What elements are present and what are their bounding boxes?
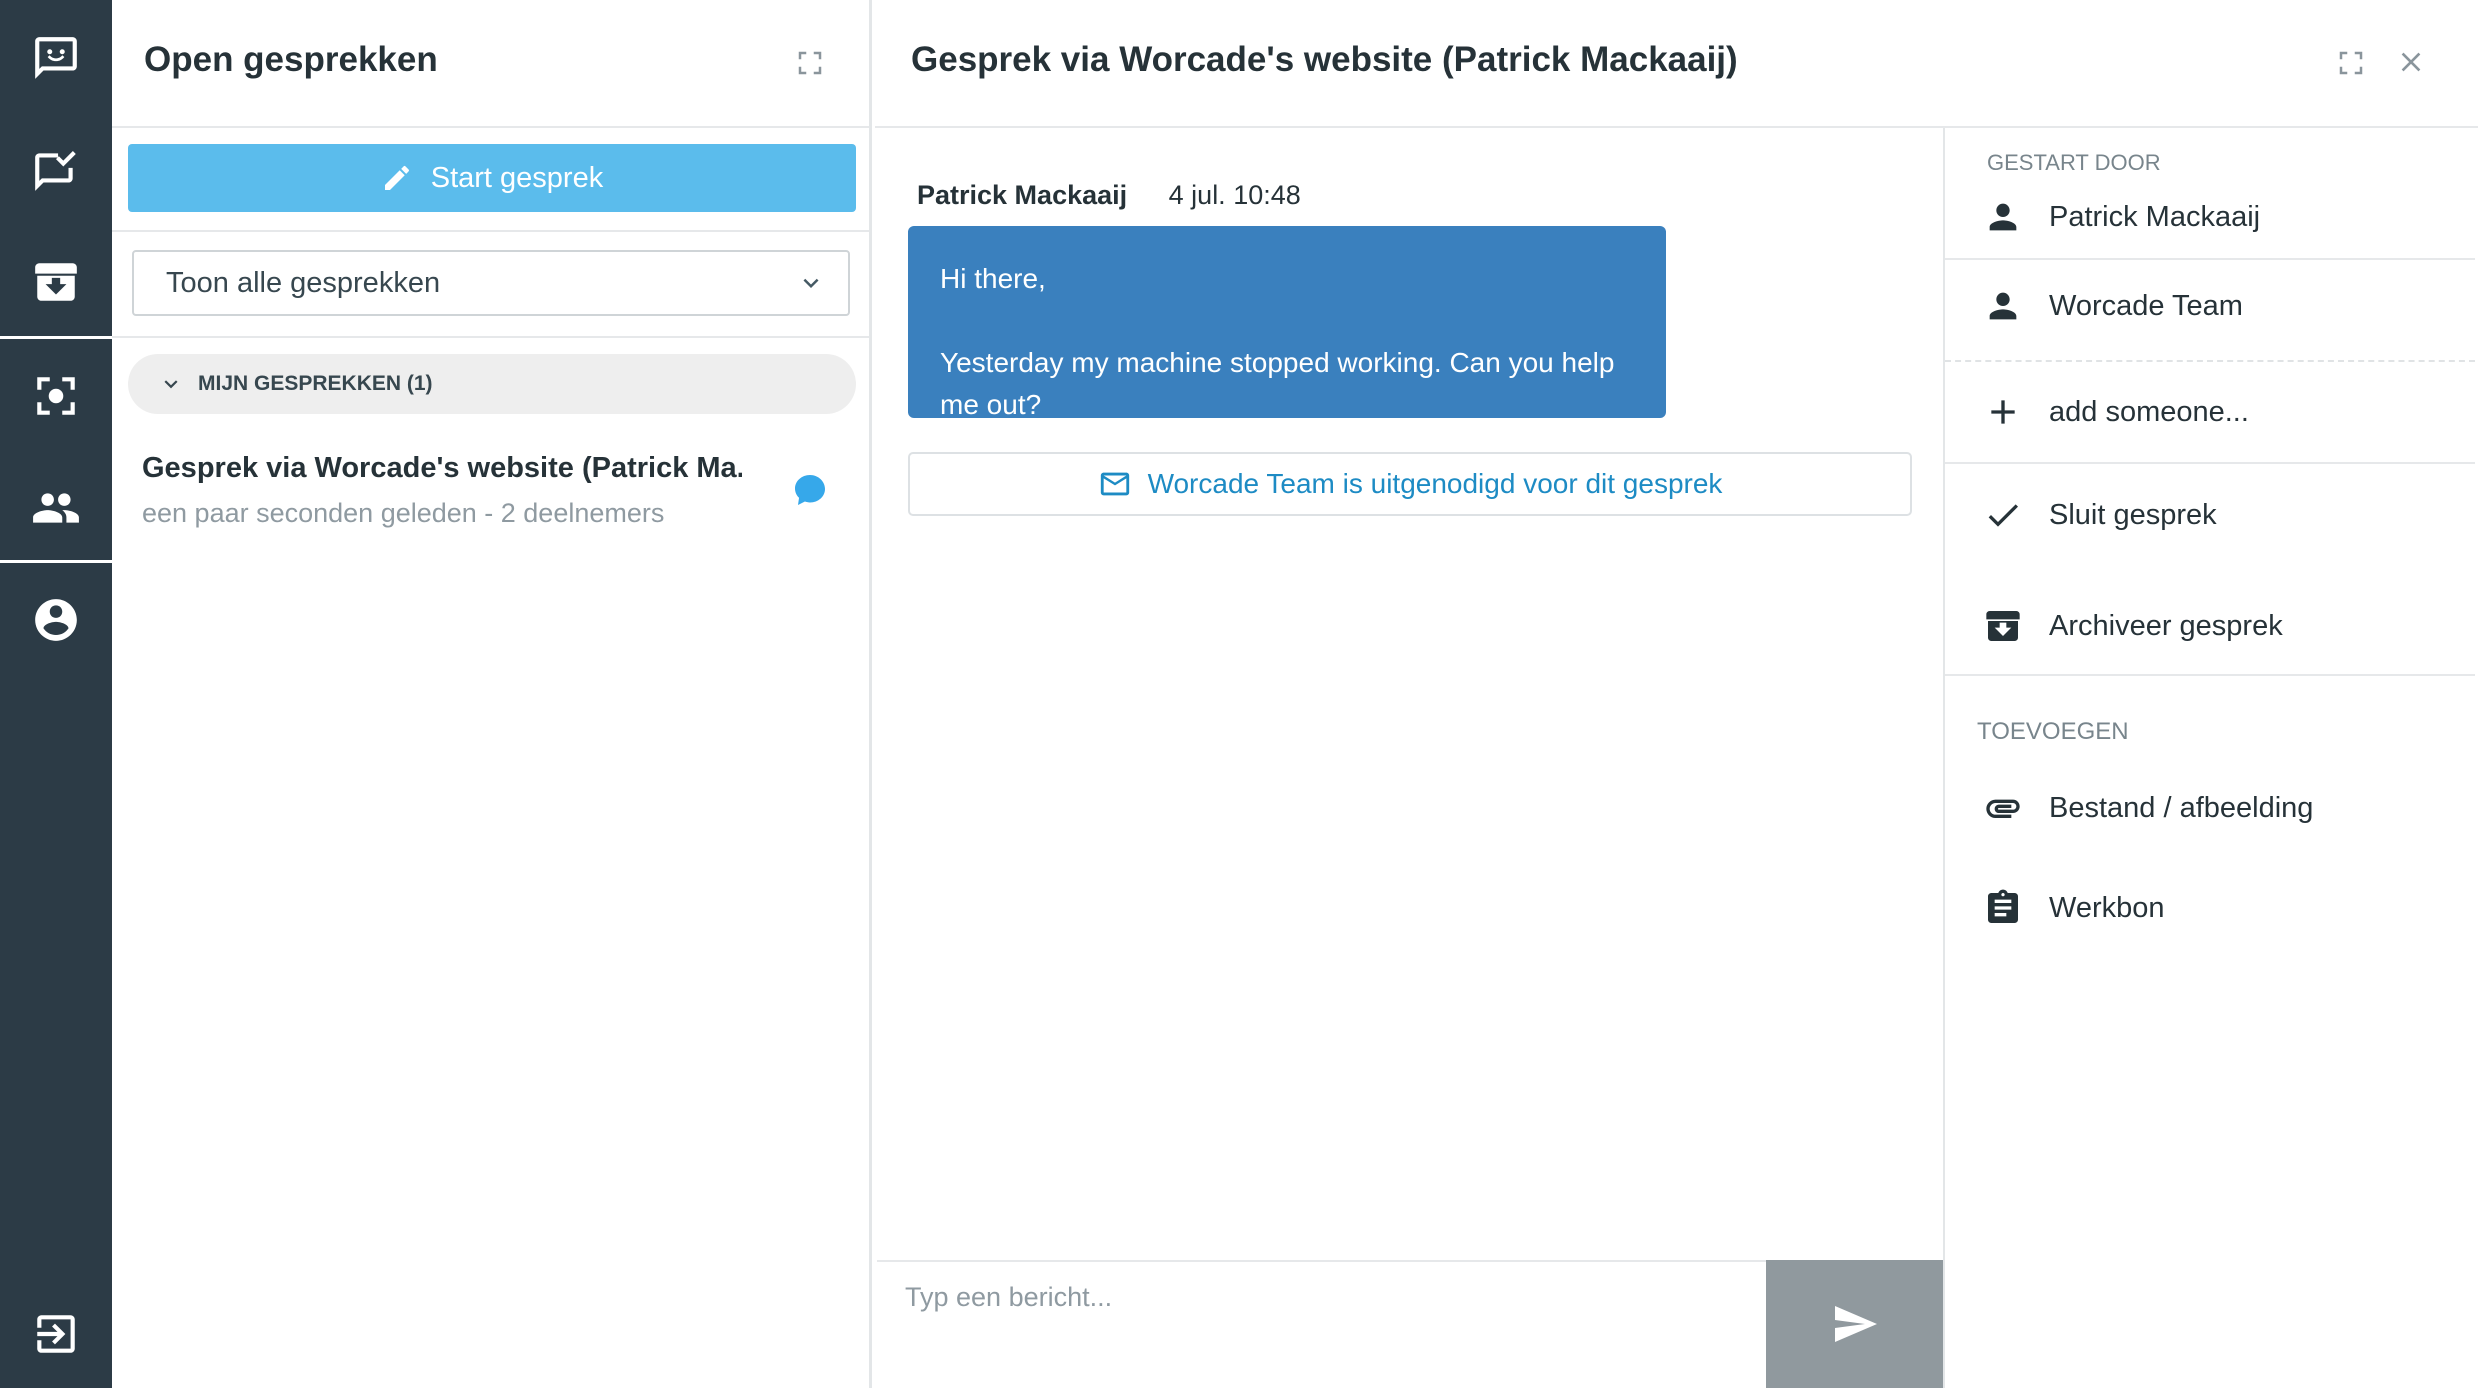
work-order-button[interactable]: Werkbon <box>1945 868 2475 948</box>
check-icon <box>1988 504 2018 527</box>
nav-rail <box>0 0 112 1388</box>
conversation-title: Gesprek via Worcade's website (Patrick M… <box>142 452 742 484</box>
chevron-down-icon <box>164 380 178 389</box>
close-icon[interactable] <box>2395 46 2427 78</box>
person-icon <box>1989 292 2017 320</box>
group-label: MIJN GESPREKKEN (1) <box>198 372 433 395</box>
archive-icon <box>1986 611 2020 641</box>
chat-icon <box>35 37 77 79</box>
attach-file-button[interactable]: Bestand / afbeelding <box>1945 768 2475 848</box>
nav-archive-button[interactable] <box>0 226 112 338</box>
chat-check-icon <box>35 151 76 191</box>
people-icon <box>33 493 79 523</box>
rail-divider <box>0 560 112 563</box>
nav-conversations-button[interactable] <box>0 2 112 114</box>
nav-contacts-button[interactable] <box>0 452 112 564</box>
nav-tasks-button[interactable] <box>0 114 112 226</box>
divider <box>112 230 869 232</box>
chevron-down-icon <box>796 268 826 298</box>
attach-file-label: Bestand / afbeelding <box>2049 791 2314 824</box>
message-bubble: Hi there, Yesterday my machine stopped w… <box>908 226 1666 420</box>
send-icon <box>1834 1306 1877 1342</box>
conversation-filter-select[interactable]: Toon alle gesprekken <box>132 250 850 316</box>
started-by-label: GESTART DOOR <box>1987 150 2161 175</box>
divider <box>1945 462 2475 464</box>
participant-item[interactable]: Worcade Team <box>1945 266 2475 346</box>
divider <box>1945 674 2475 676</box>
message-meta: Patrick Mackaaij 4 jul. 10:48 <box>917 180 1301 211</box>
pencil-icon <box>384 165 409 190</box>
message-composer <box>877 1260 1767 1388</box>
archive-icon <box>35 263 77 301</box>
message-input[interactable] <box>877 1262 1767 1388</box>
send-button[interactable] <box>1766 1260 1943 1388</box>
message-author: Patrick Mackaaij <box>917 180 1128 210</box>
scan-icon <box>37 377 75 415</box>
add-someone-label: add someone... <box>2049 395 2249 428</box>
plus-icon <box>1991 400 2015 424</box>
panel-title: Open gesprekken <box>144 40 438 79</box>
close-conversation-button[interactable]: Sluit gesprek <box>1945 475 2475 555</box>
message-time: 4 jul. 10:48 <box>1168 180 1301 210</box>
divider <box>1945 360 2475 362</box>
add-someone-button[interactable]: add someone... <box>1945 372 2475 452</box>
conversation-subtitle: een paar seconden geleden - 2 deelnemers <box>142 498 665 528</box>
rail-divider <box>0 336 112 339</box>
participant-name: Worcade Team <box>2049 289 2243 322</box>
message-text: Yesterday my machine stopped working. Ca… <box>940 347 1615 420</box>
unread-message-icon <box>792 472 828 508</box>
account-circle-icon <box>35 599 77 641</box>
expand-icon[interactable] <box>2336 48 2366 78</box>
conversation-list-panel: Open gesprekken Start gesprek Toon alle … <box>112 0 872 1388</box>
add-section-label: TOEVOEGEN <box>1977 718 2129 745</box>
paperclip-icon <box>1986 799 2020 818</box>
chat-header: Gesprek via Worcade's website (Patrick M… <box>875 0 2478 128</box>
archive-conversation-label: Archiveer gesprek <box>2049 609 2283 642</box>
mail-icon <box>1100 472 1129 496</box>
filter-selected-value: Toon alle gesprekken <box>166 266 441 299</box>
clipboard-icon <box>1988 889 2018 923</box>
my-conversations-group-header[interactable]: MIJN GESPREKKEN (1) <box>128 354 856 414</box>
close-conversation-label: Sluit gesprek <box>2049 498 2217 531</box>
nav-scan-button[interactable] <box>0 340 112 452</box>
divider <box>112 336 869 338</box>
work-order-label: Werkbon <box>2049 891 2165 924</box>
nav-logout-button[interactable] <box>0 1278 112 1388</box>
expand-icon[interactable] <box>795 48 825 78</box>
chat-title: Gesprek via Worcade's website (Patrick M… <box>911 40 1738 79</box>
conversation-details-panel: GESTART DOOR Patrick Mackaaij Worcade Te… <box>1943 128 2475 1388</box>
message-text: Hi there, <box>940 263 1046 294</box>
start-conversation-label: Start gesprek <box>430 161 604 194</box>
start-conversation-button[interactable]: Start gesprek <box>128 144 856 212</box>
chat-messages: Patrick Mackaaij 4 jul. 10:48 Hi there, … <box>875 128 1943 1260</box>
invite-notice: Worcade Team is uitgenodigd voor dit ges… <box>908 452 1912 516</box>
person-icon <box>1989 203 2017 231</box>
divider <box>112 126 869 128</box>
conversation-list-item[interactable]: Gesprek via Worcade's website (Patrick M… <box>112 440 872 550</box>
divider <box>1945 258 2475 260</box>
logout-icon <box>37 1315 75 1353</box>
nav-account-button[interactable] <box>0 564 112 676</box>
archive-conversation-button[interactable]: Archiveer gesprek <box>1945 586 2475 666</box>
participant-item[interactable]: Patrick Mackaaij <box>1945 177 2475 257</box>
participant-name: Patrick Mackaaij <box>2049 200 2261 233</box>
invite-notice-text: Worcade Team is uitgenodigd voor dit ges… <box>1147 468 1723 499</box>
